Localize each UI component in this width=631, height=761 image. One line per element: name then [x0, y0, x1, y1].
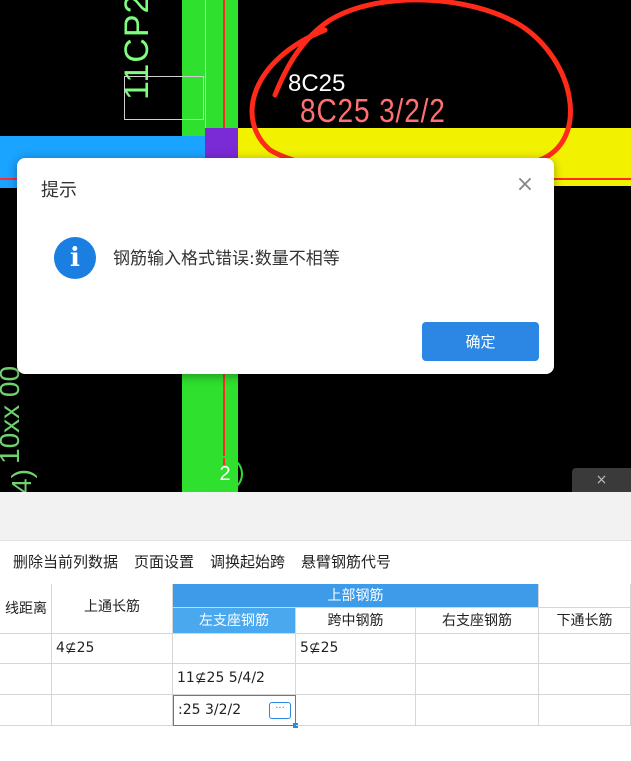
- table-cell[interactable]: [296, 695, 416, 726]
- table-cell[interactable]: [0, 664, 52, 695]
- table-cell[interactable]: [539, 634, 631, 664]
- table-cell[interactable]: [539, 664, 631, 695]
- header-col0: 线距离: [0, 584, 52, 634]
- table-cell[interactable]: 11⊈25 5/4/2: [173, 664, 296, 695]
- header-left-support[interactable]: 左支座钢筋: [173, 608, 296, 634]
- close-icon[interactable]: ×: [514, 174, 536, 196]
- table-cell[interactable]: 5⊈25: [296, 634, 416, 664]
- panel-header-bar: [0, 492, 631, 541]
- table-cell[interactable]: [52, 664, 173, 695]
- table-cell[interactable]: [416, 695, 539, 726]
- table-cell[interactable]: [416, 664, 539, 695]
- header-group-spacer: [539, 584, 631, 608]
- info-icon: i: [54, 237, 96, 279]
- table-cell[interactable]: [52, 695, 173, 726]
- edit-cell-value: :25 3/2/2: [178, 702, 242, 718]
- header-mid-span[interactable]: 跨中钢筋: [296, 608, 416, 634]
- canvas-collapse-button[interactable]: ×: [572, 468, 631, 492]
- table-cell[interactable]: [173, 634, 296, 664]
- header-top-through: 上通长筋: [52, 584, 173, 634]
- panel-toolbar: 删除当前列数据 页面设置 调换起始跨 悬臂钢筋代号: [13, 551, 391, 575]
- rebar-input-panel: 删除当前列数据 页面设置 调换起始跨 悬臂钢筋代号 线距离 上通长筋 上部钢筋 …: [0, 492, 631, 761]
- toolbar-cantilever-code-button[interactable]: 悬臂钢筋代号: [301, 551, 391, 575]
- table-cell[interactable]: [416, 634, 539, 664]
- toolbar-page-settings-button[interactable]: 页面设置: [134, 551, 194, 575]
- header-group-top-rebar: 上部钢筋: [173, 584, 539, 608]
- header-right-support[interactable]: 右支座钢筋: [416, 608, 539, 634]
- more-icon[interactable]: ···: [269, 702, 291, 719]
- toolbar-swap-start-span-button[interactable]: 调换起始跨: [210, 551, 285, 575]
- table-cell[interactable]: [296, 664, 416, 695]
- ok-button[interactable]: 确定: [422, 322, 539, 361]
- dialog-title: 提示: [41, 180, 77, 201]
- error-dialog: 提示 × i 钢筋输入格式错误:数量不相等 确定: [17, 158, 554, 374]
- axis-number-bubble: 2: [207, 456, 243, 492]
- table-cell[interactable]: [0, 695, 52, 726]
- table-cell[interactable]: [539, 695, 631, 726]
- header-bottom-through[interactable]: 下通长筋: [539, 608, 631, 634]
- dialog-message: 钢筋输入格式错误:数量不相等: [113, 249, 340, 269]
- rebar-table: 线距离 上通长筋 上部钢筋 左支座钢筋 跨中钢筋 右支座钢筋 下通长筋 4⊈25…: [0, 584, 631, 729]
- left-support-edit-cell[interactable]: :25 3/2/2 ···: [173, 695, 296, 726]
- table-cell[interactable]: 4⊈25: [52, 634, 173, 664]
- table-cell[interactable]: [0, 634, 52, 664]
- toolbar-delete-column-button[interactable]: 删除当前列数据: [13, 551, 118, 575]
